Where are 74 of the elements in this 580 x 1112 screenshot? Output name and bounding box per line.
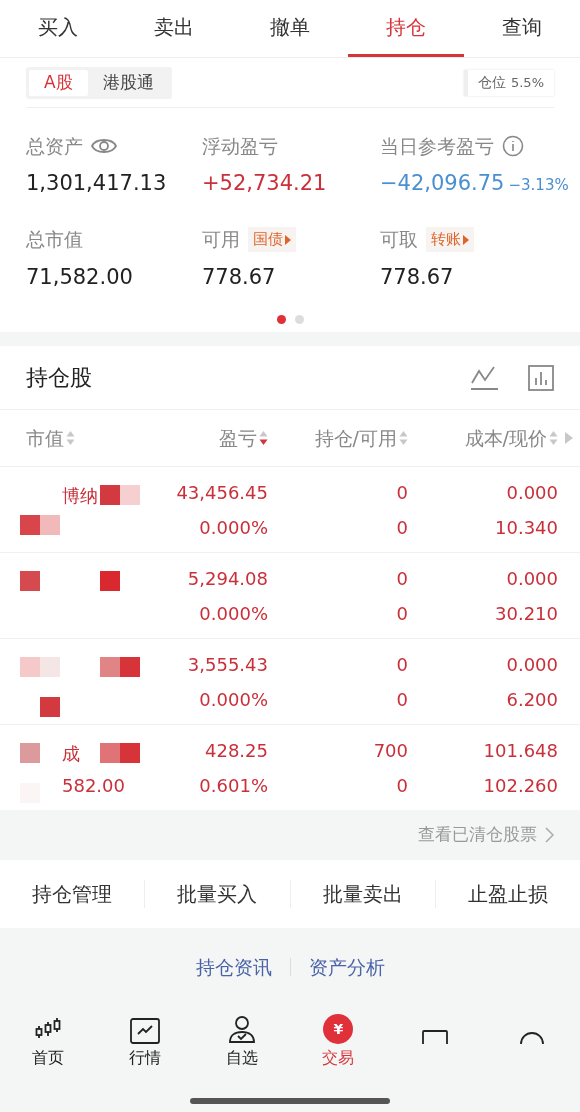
available-quantity: 0 bbox=[396, 773, 408, 798]
stat-label: 总市值 bbox=[26, 227, 83, 253]
stat-percent: −3.13% bbox=[508, 175, 569, 196]
line-chart-icon[interactable] bbox=[471, 364, 498, 391]
column-header[interactable]: 市值 bbox=[26, 423, 64, 453]
stat-label: 当日参考盈亏 bbox=[380, 133, 494, 159]
eye-icon[interactable] bbox=[91, 137, 117, 155]
stat-label: 可用 bbox=[202, 227, 240, 253]
profit-amount: 43,456.45 bbox=[176, 480, 268, 505]
position-quantity: 700 bbox=[373, 738, 408, 763]
cost-price: 101.648 bbox=[483, 738, 558, 763]
user-check-icon bbox=[226, 1014, 257, 1044]
box-icon bbox=[422, 1030, 448, 1044]
profit-percent: 0.000% bbox=[199, 687, 268, 712]
info-icon[interactable] bbox=[502, 135, 524, 157]
stat-value: 71,582.00 bbox=[26, 263, 133, 291]
position-quantity: 0 bbox=[396, 566, 408, 591]
stat-label: 浮动盈亏 bbox=[202, 133, 278, 159]
profit-amount: 428.25 bbox=[205, 738, 268, 763]
cost-price: 0.000 bbox=[506, 652, 558, 677]
stat-value: 778.67 bbox=[202, 263, 276, 291]
footer-link[interactable]: 持仓资讯 bbox=[195, 952, 272, 982]
action-button[interactable]: 批量买入 bbox=[145, 879, 290, 909]
play-icon bbox=[285, 234, 291, 245]
stat-label: 总资产 bbox=[26, 133, 83, 159]
action-button[interactable]: 止盈止损 bbox=[435, 879, 580, 909]
position-quantity: 0 bbox=[396, 480, 408, 505]
top-tab[interactable]: 卖出 bbox=[116, 0, 232, 57]
stock-name: 博纳 bbox=[62, 483, 98, 506]
footer-link[interactable]: 资产分析 bbox=[308, 952, 385, 982]
stock-name: 成 bbox=[62, 741, 80, 764]
cost-price: 0.000 bbox=[506, 480, 558, 505]
bar-chart-icon[interactable] bbox=[528, 364, 554, 391]
action-button[interactable]: 批量卖出 bbox=[290, 879, 435, 909]
profit-percent: 0.000% bbox=[199, 601, 268, 626]
stat-label: 可取 bbox=[380, 227, 418, 253]
yen-icon: ¥ bbox=[323, 1014, 354, 1044]
top-tab[interactable]: 查询 bbox=[464, 0, 580, 57]
top-tab[interactable]: 撤单 bbox=[232, 0, 348, 57]
nav-tab[interactable]: ¥ 交易 bbox=[290, 1012, 387, 1070]
section-title: 持仓股 bbox=[26, 364, 92, 392]
position-chip: 仓位 5.5% bbox=[463, 69, 554, 96]
current-price: 10.340 bbox=[495, 515, 558, 540]
market-tab[interactable]: 港股通 bbox=[87, 69, 169, 96]
market-value: 582.00 bbox=[62, 773, 125, 796]
profit-percent: 0.601% bbox=[199, 773, 268, 798]
scroll-right-icon[interactable] bbox=[565, 432, 573, 444]
market-tab[interactable]: A股 bbox=[29, 69, 88, 96]
stat-value: −42,096.75 bbox=[380, 170, 505, 197]
profit-amount: 5,294.08 bbox=[187, 566, 268, 591]
available-quantity: 0 bbox=[396, 515, 408, 540]
column-header[interactable]: 持仓/可用 bbox=[314, 423, 397, 453]
chevron-right-icon bbox=[545, 827, 554, 843]
cost-price: 0.000 bbox=[506, 566, 558, 591]
current-price: 102.260 bbox=[483, 773, 558, 798]
action-button[interactable]: 持仓管理 bbox=[0, 879, 145, 909]
chart-icon bbox=[130, 1018, 160, 1044]
current-price: 6.200 bbox=[506, 687, 558, 712]
nav-tab[interactable]: 自选 bbox=[193, 1012, 290, 1070]
available-quantity: 0 bbox=[396, 601, 408, 626]
available-quantity: 0 bbox=[396, 687, 408, 712]
stat-value: +52,734.21 bbox=[202, 170, 327, 197]
position-quantity: 0 bbox=[396, 652, 408, 677]
stat-value: 1,301,417.13 bbox=[26, 170, 167, 197]
column-header[interactable]: 盈亏 bbox=[219, 423, 257, 453]
top-tab[interactable]: 买入 bbox=[0, 0, 116, 57]
nav-tab[interactable]: 行情 bbox=[96, 1012, 194, 1070]
current-price: 30.210 bbox=[495, 601, 558, 626]
column-header[interactable]: 成本/现价 bbox=[464, 423, 547, 453]
profit-percent: 0.000% bbox=[199, 515, 268, 540]
nav-tab[interactable]: 首页 bbox=[0, 1012, 97, 1070]
play-icon bbox=[463, 234, 469, 245]
stat-value: 778.67 bbox=[380, 263, 454, 291]
profit-amount: 3,555.43 bbox=[187, 652, 268, 677]
